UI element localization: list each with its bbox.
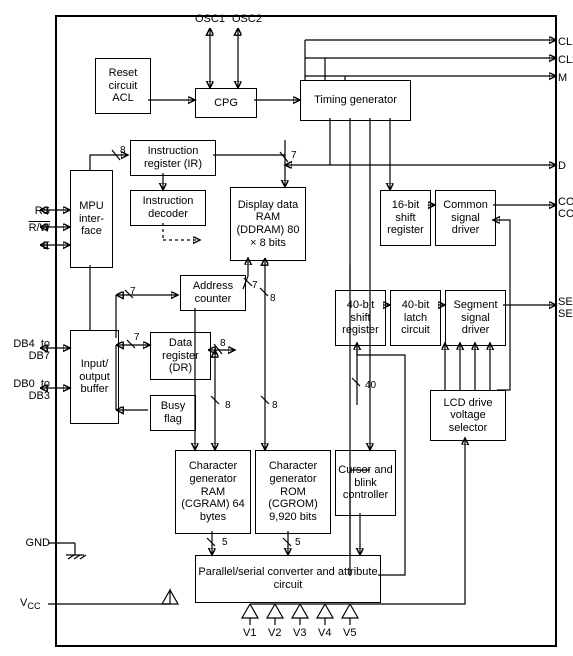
block-idec: Instruction decoder [130,190,206,226]
block-mpu: MPU inter- face [70,170,113,268]
bus-cgrom-8: 8 [272,400,278,411]
block-shift40: 40-bit shift register [335,290,386,346]
pin-v3: V3 [293,627,306,639]
pin-v4: V4 [318,627,331,639]
block-psattr: Parallel/serial converter and attribute … [195,555,381,603]
bus-ir-8: 8 [120,145,126,156]
block-cursor: Cursor and blink controller [335,450,396,516]
pin-db03: DB0 to DB3 [5,378,50,402]
pin-gnd: GND [5,537,50,549]
pin-osc2: OSC2 [232,13,262,25]
block-shift16: 16-bit shift register [380,190,431,246]
pin-v5: V5 [343,627,356,639]
bus-cgram-5: 5 [222,537,228,548]
bus-ddram-7: 7 [291,150,297,161]
pin-com: COM1 to COM16 [558,196,573,220]
bus-dr-7: 7 [134,332,140,343]
pin-d: D [558,160,566,172]
block-cgrom: Character generator ROM (CGROM) 9,920 bi… [255,450,331,534]
pin-e: E [5,240,50,252]
pin-seg: SEG1 to SEG40 [558,296,573,320]
pin-cl1: CL1 [558,36,573,48]
block-dr: Data register (DR) [150,332,211,380]
block-reset: Reset circuit ACL [95,58,151,114]
bus-ddram-dn-8: 8 [270,293,276,304]
bus-addr-7: 7 [130,286,136,297]
bus-40: 40 [365,380,376,391]
block-ir: Instruction register (IR) [130,140,216,176]
pin-v2: V2 [268,627,281,639]
block-lcdv: LCD drive voltage selector [430,390,506,441]
bus-cgrom-5: 5 [295,537,301,548]
pin-osc1: OSC1 [195,13,225,25]
block-busy: Busy flag [150,395,196,431]
block-latch40: 40-bit latch circuit [390,290,441,346]
pin-vcc: VCC [20,597,41,611]
pin-db47: DB4 to DB7 [5,338,50,362]
block-addr: Address counter [180,275,246,311]
block-segdrv: Segment signal driver [445,290,506,346]
pin-m: M [558,72,567,84]
bus-cgram-8a: 8 [225,400,231,411]
block-comdrv: Common signal driver [435,190,496,246]
block-cgram: Character generator RAM (CGRAM) 64 bytes [175,450,251,534]
block-cpg: CPG [195,88,257,118]
pin-rs: RS [5,205,50,217]
pin-cl2: CL2 [558,54,573,66]
block-ddram: Display data RAM (DDRAM) 80 × 8 bits [230,187,306,261]
bus-dr-out-8: 8 [220,338,226,349]
pin-v1: V1 [243,627,256,639]
block-iobuf: Input/ output buffer [70,330,119,424]
bus-ddram-to-addr-7: 7 [252,280,258,291]
pin-rw: R/W [5,222,50,234]
block-timing: Timing generator [300,80,411,121]
